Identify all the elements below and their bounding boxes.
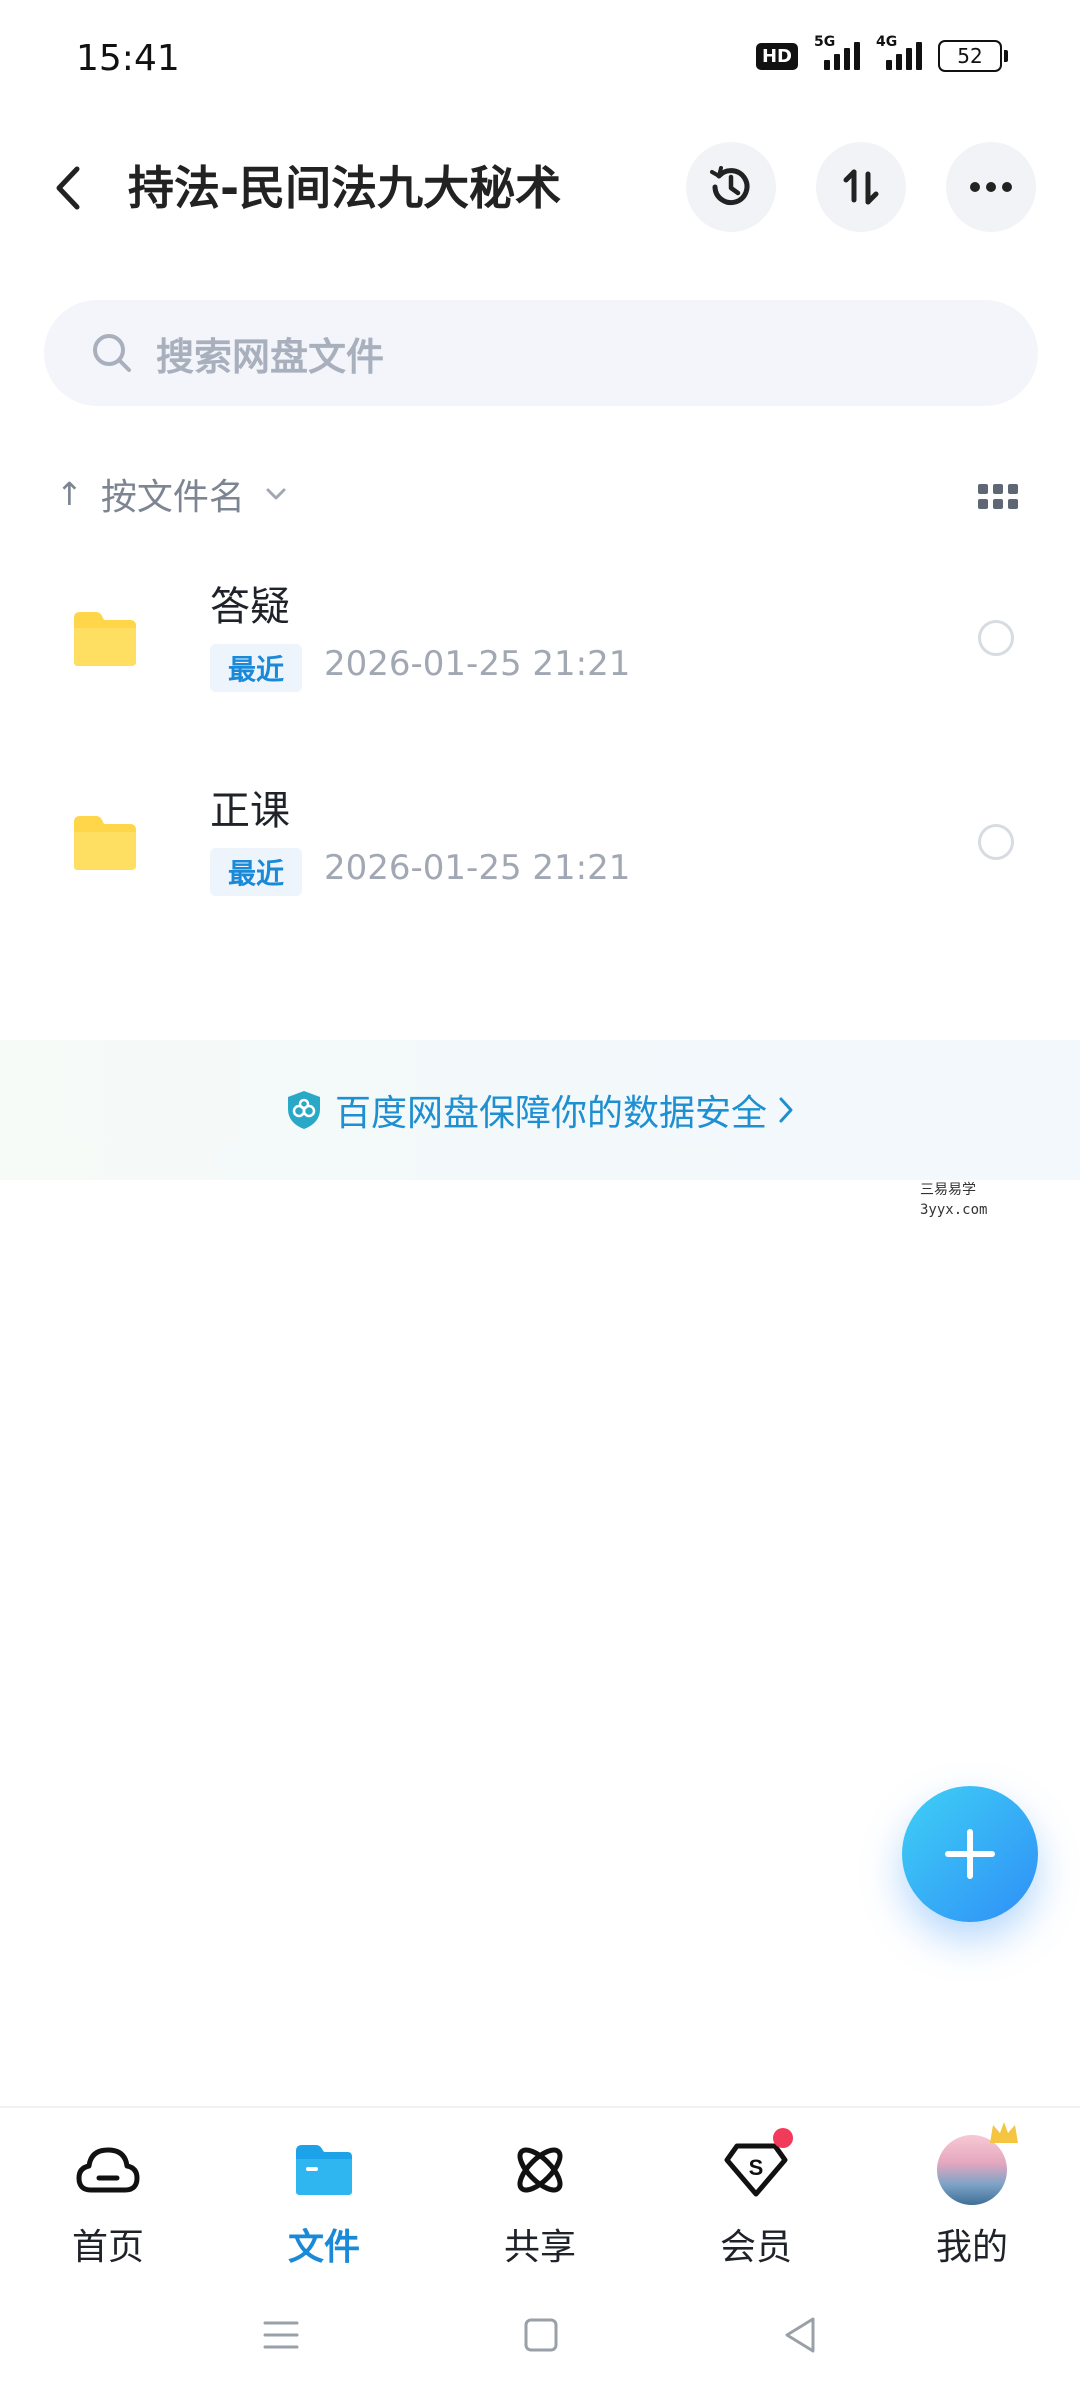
transfer-icon [843,169,879,205]
watermark-line: 三易易学 [920,1182,976,1198]
signal-4g-icon: 4G [876,34,922,70]
more-dots-icon [970,182,1012,192]
menu-icon[interactable] [261,2315,301,2355]
chevron-right-icon [777,1095,795,1125]
sort-label: 按文件名 [100,477,245,518]
hd-badge: HD [755,42,798,70]
file-date: 2026-01-25 21:21 [324,848,631,888]
shield-icon [287,1091,320,1129]
nav-item-files[interactable]: 文件 [216,2108,432,2288]
chevron-down-icon [265,487,287,501]
page-title: 持法-民间法九大秘术 [128,161,562,215]
recent-badge: 最近 [210,848,303,896]
signal-5g-icon: 5G [814,34,860,70]
status-icons: HD 5G 4G 52 [755,34,1008,72]
plus-icon [945,1829,995,1879]
file-name: 答疑 [210,584,290,630]
add-button[interactable] [902,1786,1038,1922]
status-bar: 15:41 HD 5G 4G 52 [0,0,1080,120]
nav-label: 会员 [719,2227,792,2268]
recent-badge: 最近 [210,644,303,692]
avatar-wrap [936,2122,1018,2206]
network-type-label: 5G [814,34,836,50]
battery-level: 52 [938,40,1002,72]
nav-label: 我的 [935,2227,1008,2268]
folder-icon [288,2134,360,2206]
nav-item-me[interactable]: 我的 [864,2108,1080,2288]
search-input[interactable]: 搜索网盘文件 [44,300,1038,406]
notification-dot [773,2128,793,2148]
history-icon [710,166,750,206]
history-button[interactable] [686,142,776,232]
file-name: 正课 [210,788,290,834]
crown-icon [990,2122,1018,2143]
top-bar: 持法-民间法九大秘术 [0,140,1080,236]
share-atom-icon [504,2134,576,2206]
folder-icon [74,612,136,666]
folder-icon [74,816,136,870]
sort-selector[interactable]: ↑ 按文件名 [56,468,287,520]
nav-item-share[interactable]: 共享 [432,2108,648,2288]
search-placeholder: 搜索网盘文件 [156,334,385,379]
file-date: 2026-01-25 21:21 [324,644,631,684]
screen: 15:41 HD 5G 4G 52 持法-民间法九大秘术 搜索网盘文件 ↑ 按文… [0,0,1080,2400]
more-button[interactable] [946,142,1036,232]
status-time: 15:41 [76,38,180,79]
watermark: 三易易学 3yyx.com [920,1180,987,1220]
file-list-item[interactable]: 答疑 最近 2026-01-25 21:21 [0,560,1080,730]
avatar [937,2122,1018,2205]
select-radio[interactable] [978,824,1014,860]
nav-item-home[interactable]: 首页 [0,2108,216,2288]
system-nav [0,2290,1080,2380]
back-button[interactable] [40,160,96,216]
bottom-nav: 首页 文件 共享 S 会员 我的 [0,2106,1080,2288]
home-cloud-icon [72,2134,144,2206]
sort-direction-icon: ↑ [56,475,83,513]
grid-view-icon[interactable] [978,484,1018,509]
svg-text:S: S [749,2155,764,2180]
nav-item-vip[interactable]: S 会员 [648,2108,864,2288]
select-radio[interactable] [978,620,1014,656]
watermark-line: 3yyx.com [920,1202,988,1218]
transfer-button[interactable] [816,142,906,232]
back-arrow-icon [56,166,80,210]
security-text: 百度网盘保障你的数据安全 [334,1093,767,1134]
nav-label: 共享 [503,2227,576,2268]
nav-label: 首页 [71,2227,144,2268]
battery-icon: 52 [938,40,1008,72]
file-list-item[interactable]: 正课 最近 2026-01-25 21:21 [0,764,1080,934]
nav-label: 文件 [287,2227,360,2268]
back-triangle-icon[interactable] [781,2315,819,2355]
network-type-label: 4G [876,34,898,50]
search-icon [88,329,136,377]
home-square-icon[interactable] [522,2316,560,2354]
security-banner[interactable]: 百度网盘保障你的数据安全 [0,1040,1080,1180]
